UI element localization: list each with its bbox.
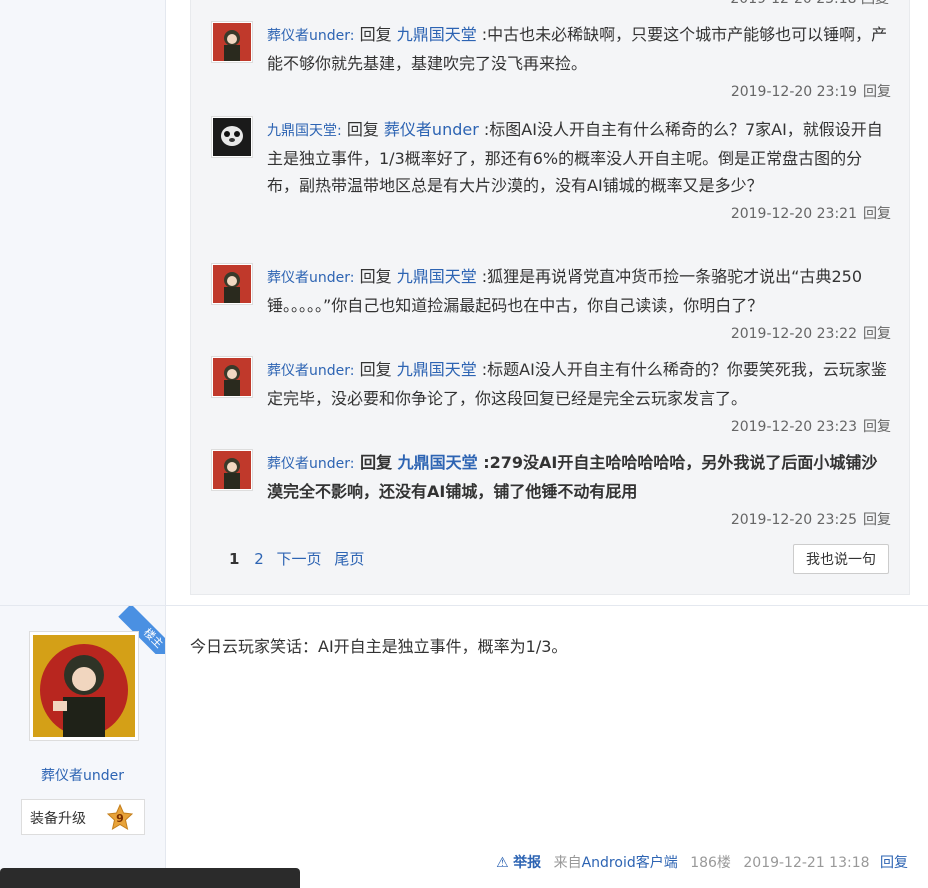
sub-reply-text: :狐狸是再说肾党直冲货币捡一条骆驼才说出“古典250锤。。。。。”你自己也知道捡… [267,267,863,315]
reply-word: 回复 [359,267,392,286]
sub-reply: 葬仪者under: 回复 九鼎国天堂 :标题AI没人开自主有什么稀奇的？你要笑死… [211,356,891,441]
reply-word: 回复 [359,25,392,44]
avatar[interactable] [211,116,253,158]
post-time: 2019-12-21 13:18 [743,855,870,871]
avatar[interactable] [211,449,253,491]
sub-reply-time: 2019-12-20 23:22 [730,326,857,342]
avatar[interactable] [211,356,253,398]
next-page-link[interactable]: 下一页 [277,550,322,568]
reply-target-link[interactable]: 九鼎国天堂 [398,453,478,472]
reply-target-link[interactable]: 葬仪者under [384,120,479,139]
sub-reply-button[interactable]: 回复 [863,84,891,100]
author-username[interactable]: 葬仪者under [0,765,165,785]
reply-button[interactable]: 回复 [880,855,908,871]
sub-reply-panel: 2019-12-20 23:18 回复 葬仪者under: 回复 九鼎国天堂 :… [190,0,910,595]
sub-reply-time: 2019-12-20 23:23 [730,419,857,435]
reply-target-link[interactable]: 九鼎国天堂 [397,267,477,286]
sub-reply: 葬仪者under: 回复 九鼎国天堂 :中古也未必稀缺啊，只要这个城市产能够也可… [211,21,891,106]
warning-icon: ⚠ [496,855,509,871]
cut-off-timestamp: 2019-12-20 23:18 回复 [730,0,889,8]
reply-target-link[interactable]: 九鼎国天堂 [397,360,477,379]
floor-number: 186楼 [690,855,731,871]
post-tail: ⚠ 举报 来自Android客户端 186楼 2019-12-21 13:18 … [496,852,908,872]
sub-reply-button[interactable]: 回复 [863,326,891,342]
sub-reply-button[interactable]: 回复 [863,419,891,435]
equip-label: 装备升级 [30,811,86,827]
sub-reply: 葬仪者under: 回复 九鼎国天堂 :狐狸是再说肾党直冲货币捡一条骆驼才说出“… [211,263,891,348]
left-column-top [0,0,166,605]
client-link[interactable]: Android客户端 [582,855,678,871]
page-current: 1 [229,550,240,568]
reply-word: 回复 [346,120,379,139]
sub-reply: 九鼎国天堂: 回复 葬仪者under :标图AI没人开自主有什么稀奇的么？7家A… [211,116,891,228]
page-2-link[interactable]: 2 [254,550,264,568]
sub-reply-button[interactable]: 回复 [863,206,891,222]
sub-reply-username[interactable]: 葬仪者under: [267,363,354,379]
avatar[interactable] [211,21,253,63]
avatar[interactable] [211,263,253,305]
equip-upgrade-badge[interactable]: 装备升级 9 [21,799,145,835]
reply-word: 回复 [360,453,393,472]
reply-target-link[interactable]: 九鼎国天堂 [397,25,477,44]
sub-reply-time: 2019-12-20 23:25 [730,512,857,528]
reply-word: 回复 [359,360,392,379]
say-something-button[interactable]: 我也说一句 [793,544,889,574]
sub-reply-username[interactable]: 葬仪者under: [267,270,354,286]
post-content: 今日云玩家笑话：AI开自主是独立事件，概率为1/3。 [190,637,568,656]
level-number: 9 [116,812,124,825]
report-link[interactable]: 举报 [513,855,541,871]
sub-reply-text: :279没AI开自主哈哈哈哈哈，另外我说了后面小城铺沙漠完全不影响，还没有AI铺… [267,453,878,501]
sub-reply-username[interactable]: 葬仪者under: [267,456,354,472]
sub-reply: 葬仪者under: 回复 九鼎国天堂 :279没AI开自主哈哈哈哈哈，另外我说了… [211,449,891,534]
sub-reply-time: 2019-12-20 23:21 [730,206,857,222]
sub-reply-time: 2019-12-20 23:19 [730,84,857,100]
bottom-toolbar [0,868,300,888]
from-label: 来自 [553,855,582,871]
level-star-icon: 9 [106,804,134,831]
sub-reply-username[interactable]: 葬仪者under: [267,28,354,44]
author-avatar[interactable] [29,631,139,741]
last-page-link[interactable]: 尾页 [334,550,364,568]
sub-reply-button[interactable]: 回复 [863,512,891,528]
pagination: 1 2 下一页 尾页 [229,548,372,569]
sub-reply-username[interactable]: 九鼎国天堂: [267,123,342,139]
